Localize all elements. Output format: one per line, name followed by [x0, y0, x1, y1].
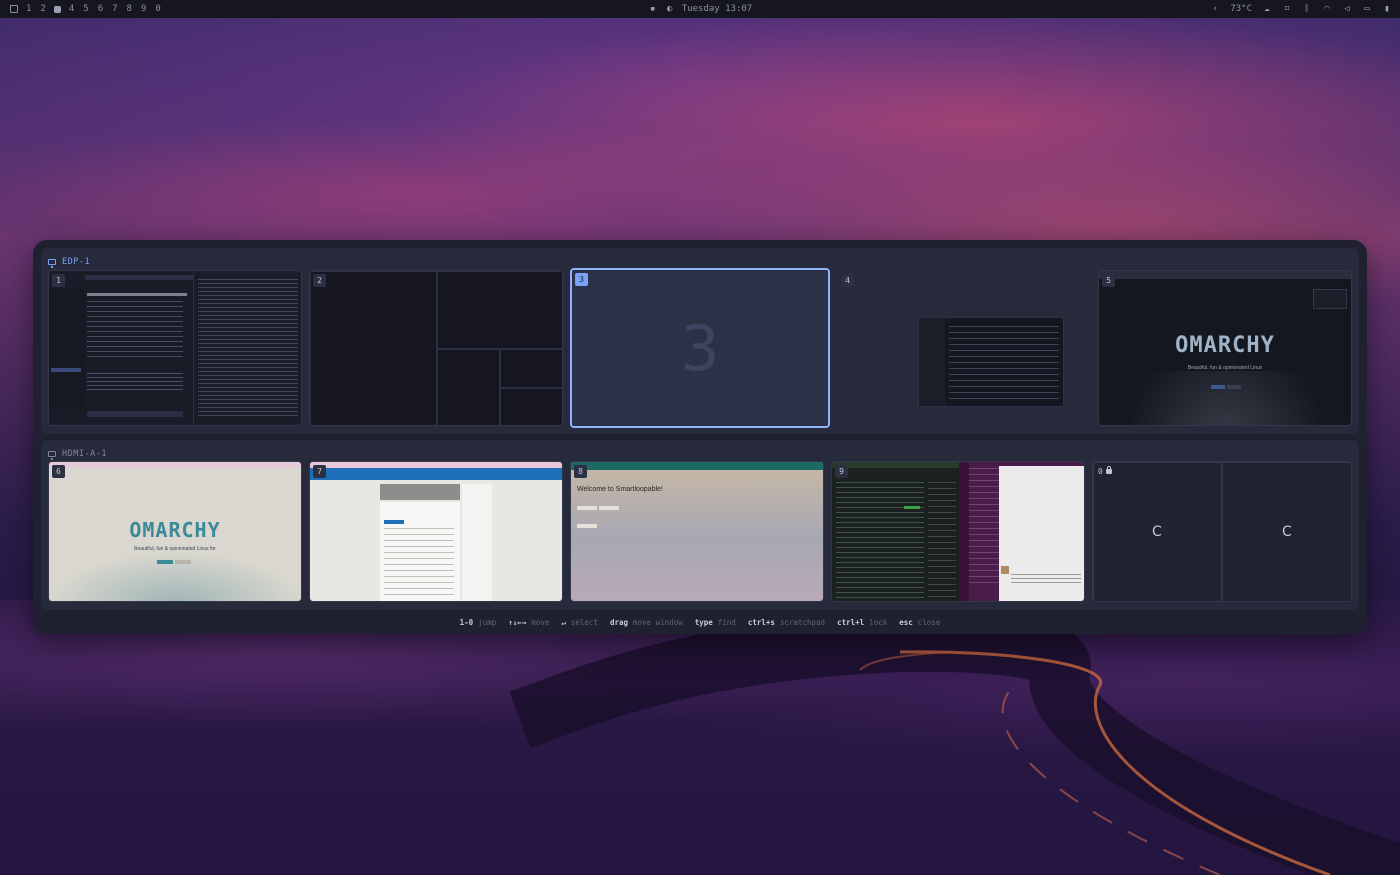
workspace-1-thumbnail[interactable]: 1	[48, 270, 302, 426]
omarchy-logo: OMARCHY	[1175, 333, 1275, 358]
window-pane	[437, 271, 562, 349]
topbar-workspace-9[interactable]: 9	[140, 4, 147, 14]
workspace-number-badge: 9	[835, 465, 848, 478]
hint-drag: drag move window	[609, 618, 683, 627]
workspace-number-badge: 7	[313, 465, 326, 478]
monitor-icon	[48, 451, 56, 460]
workspace-number-badge: 8	[574, 465, 587, 478]
pane-letter: C	[1282, 524, 1292, 540]
chat-window-thumbnail	[959, 462, 1084, 601]
workspace-number-badge: 6	[52, 465, 65, 478]
workspace-number-badge: 1	[52, 274, 65, 287]
volume-icon[interactable]: ◁	[1342, 4, 1352, 14]
workspace-number-badge: 5	[1102, 274, 1115, 287]
window-pane	[437, 349, 500, 425]
notification-icon[interactable]: ▪	[648, 4, 658, 14]
battery-icon[interactable]: ▮	[1382, 4, 1392, 14]
workspace-9-thumbnail[interactable]: 9	[831, 461, 1085, 602]
clock[interactable]: Tuesday 13:07	[682, 4, 752, 14]
workspace-number: 0	[1098, 467, 1103, 476]
monitor-name: HDMI-A-1	[62, 449, 107, 459]
hint-scratchpad: ctrl+s scratchpad	[747, 618, 826, 627]
bluetooth-icon[interactable]: ᛒ	[1302, 4, 1312, 14]
cpu-icon[interactable]: ⌗	[1282, 4, 1292, 14]
workspace-overview-panel: EDP-1 1 2 3 3 4 5 OMARCHY Beautiful, fun…	[33, 240, 1367, 634]
keyboard-hints-bar: 1-0 jump ↑↓←→ move ↵ select drag move window…	[33, 618, 1367, 630]
chevron-left-icon[interactable]: ‹	[1210, 4, 1220, 14]
hint-close: esc close	[899, 618, 941, 627]
window-pane	[310, 271, 437, 425]
workspace-3-thumbnail-selected[interactable]: 3 3	[570, 268, 830, 428]
workspace-number-badge: 3	[575, 273, 588, 286]
topbar-workspace-2[interactable]: 2	[39, 4, 46, 14]
monitor-edp-1: EDP-1 1 2 3 3 4 5 OMARCHY Beautiful, fun…	[41, 248, 1359, 434]
monitor-label: EDP-1	[48, 256, 90, 268]
top-bar: 1 2 4 5 6 7 8 9 0 ▪ ◐ Tuesday 13:07 ‹ 73…	[0, 0, 1400, 18]
topbar-workspace-4[interactable]: 4	[68, 4, 75, 14]
lock-icon	[1105, 466, 1112, 474]
wifi-icon[interactable]: ◠	[1322, 4, 1332, 14]
workspace-number-badge: 4	[841, 274, 854, 287]
wallpaper-road	[509, 630, 1400, 875]
weather-cloud-icon[interactable]: ☁	[1262, 4, 1272, 14]
topbar-workspace-1[interactable]: 1	[25, 4, 32, 14]
hint-jump: 1-0 jump	[459, 618, 497, 627]
workspace-2-thumbnail[interactable]: 2	[309, 270, 563, 426]
workspace-switcher: 1 2 4 5 6 7 8 9 0	[10, 0, 162, 18]
workspace-number-badge: 0	[1096, 465, 1114, 478]
topbar-workspace-8[interactable]: 8	[126, 4, 133, 14]
workspace-number-badge: 2	[313, 274, 326, 287]
omarchy-logo: OMARCHY	[129, 518, 221, 542]
topbar-workspace-5[interactable]: 5	[82, 4, 89, 14]
idle-icon[interactable]: ◐	[665, 4, 675, 14]
display-icon[interactable]: ▭	[1362, 4, 1372, 14]
workspace-5-thumbnail[interactable]: 5 OMARCHY Beautiful, fun & opinionated L…	[1098, 270, 1352, 426]
window-pane	[500, 388, 562, 425]
window-pane	[500, 349, 562, 388]
monitor-hdmi-a-1: HDMI-A-1 6 OMARCHY Beautiful, fun & opin…	[41, 440, 1359, 610]
topbar-workspace-0[interactable]: 0	[154, 4, 161, 14]
window-pane: C	[1222, 462, 1351, 601]
active-workspace-dot-icon[interactable]	[53, 5, 61, 13]
workspace-7-thumbnail[interactable]: 7	[309, 461, 563, 602]
topbar-workspace-7[interactable]: 7	[111, 4, 118, 14]
topbar-workspace-6[interactable]: 6	[97, 4, 104, 14]
monitor-icon	[48, 259, 56, 268]
workspace-0-thumbnail[interactable]: 0 C C	[1092, 461, 1352, 602]
hint-move: ↑↓←→ move	[508, 618, 550, 627]
hint-find: type find	[694, 618, 736, 627]
pane-letter: C	[1152, 524, 1162, 540]
monitor-label: HDMI-A-1	[48, 448, 107, 460]
omarchy-tagline: Beautiful, fun & opinionated Linux	[1187, 365, 1263, 371]
overview-icon[interactable]	[10, 5, 18, 13]
monitor-name: EDP-1	[62, 257, 91, 267]
terminal-window-thumbnail	[193, 271, 301, 425]
weather-temperature[interactable]: 73°C	[1230, 4, 1252, 14]
window-pane: C	[1093, 462, 1222, 601]
hint-select: ↵ select	[561, 618, 598, 627]
hint-lock: ctrl+l lock	[837, 618, 888, 627]
empty-workspace-number: 3	[680, 311, 720, 385]
editor-window-thumbnail	[49, 271, 193, 425]
file-manager-window-thumbnail	[918, 317, 1064, 407]
page-heading: Welcome to Smartloopable!	[577, 486, 663, 493]
omarchy-tagline: Beautiful, fun & opinionated Linux for	[134, 546, 216, 552]
github-window-thumbnail	[832, 462, 959, 601]
workspace-4-thumbnail[interactable]: 4	[837, 270, 1091, 426]
workspace-8-thumbnail[interactable]: 8 Welcome to Smartloopable!	[570, 461, 824, 602]
workspace-6-thumbnail[interactable]: 6 OMARCHY Beautiful, fun & opinionated L…	[48, 461, 302, 602]
